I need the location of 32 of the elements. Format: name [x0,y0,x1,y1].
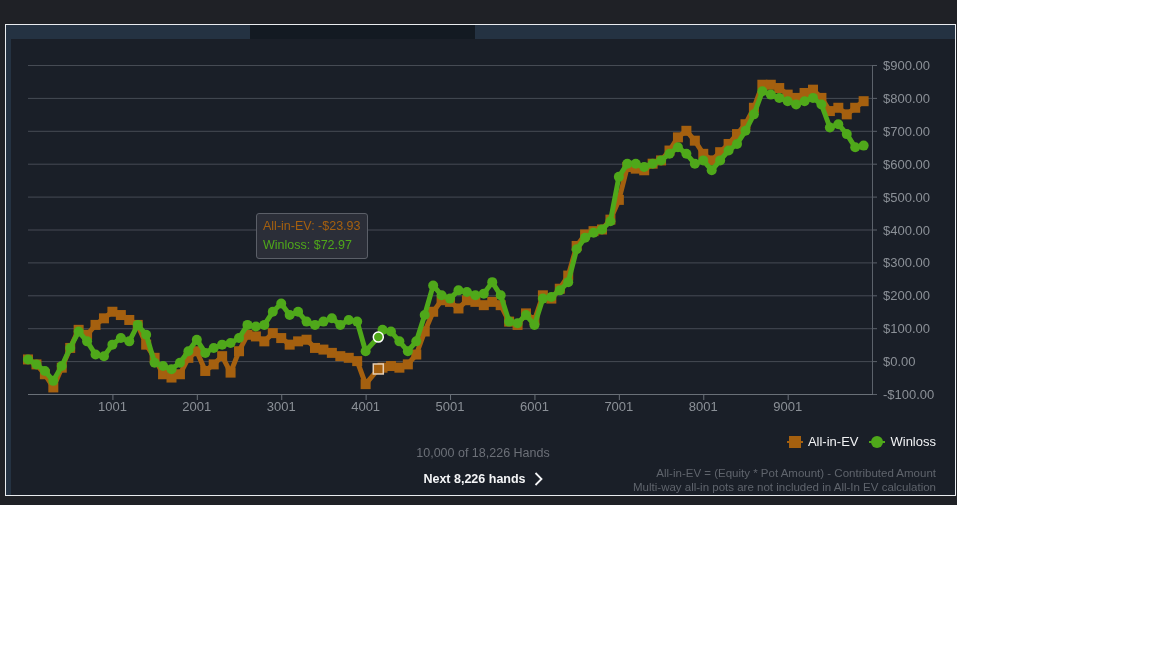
tooltip-text: All-in-EV: -$23.93 [263,218,361,235]
x-axis-label: 5001 [435,399,465,414]
x-axis-label: 7001 [604,399,634,414]
footnote-text: All-in-EV = (Equity * Pot Amount) - Contributed Amount [655,466,936,480]
next-hands-button[interactable]: Next 8,226 hands [423,470,543,488]
y-axis-label: $100.00 [883,321,930,337]
x-axis-label: 9001 [773,399,803,414]
y-axis-label: $700.00 [883,123,930,139]
tab[interactable] [475,25,955,39]
x-axis-label: 3001 [266,399,296,414]
x-axis-label: 8001 [688,399,718,414]
y-axis-label: $500.00 [883,189,930,205]
y-axis-label: -$100.00 [883,387,935,402]
tooltip-text: Winloss: $72.97 [263,237,353,254]
x-axis-label: 1001 [97,399,127,414]
y-axis-label: $900.00 [883,58,930,73]
tab[interactable] [250,25,475,39]
x-axis-label: 4001 [351,399,381,414]
x-axis-label: 6001 [520,399,549,414]
x-axis-label: 2001 [182,399,212,414]
y-axis-label: $400.00 [883,222,930,238]
y-axis-label: $0.00 [883,354,916,370]
legend-item[interactable]: Winloss [869,434,936,450]
y-axis-label: $300.00 [883,255,930,271]
y-axis-label: $800.00 [883,90,930,106]
chevron-right-icon [533,472,543,486]
hands-count-text: 10,000 of 18,226 Hands [416,446,550,461]
y-axis-label: $200.00 [883,288,930,304]
y-axis-label: $600.00 [883,156,930,172]
tab[interactable] [6,25,250,39]
legend-item[interactable]: All-in-EV [786,434,859,450]
footnote-text: Multi-way all-in pots are not included in All-In EV calculation [633,480,936,494]
